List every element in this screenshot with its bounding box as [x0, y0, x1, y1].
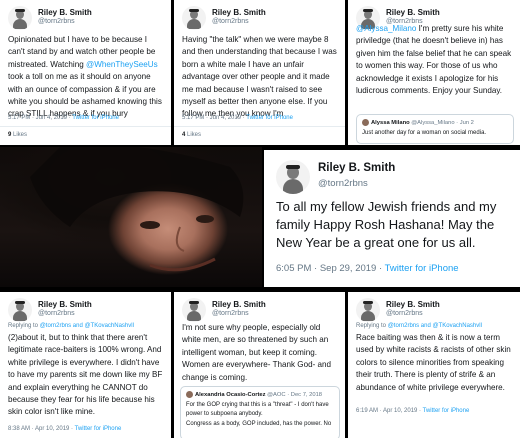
author-handle[interactable]: @torn2rbns: [386, 310, 423, 317]
reply-to-link[interactable]: @torn2rbns and @TKovachNashvll: [40, 323, 134, 329]
tweet-source[interactable]: Twitter for iPhone: [72, 115, 119, 121]
tweet-text: To all my fellow Jewish friends and my f…: [276, 199, 497, 250]
tweet-text: @Alyssa_Milano I'm pretty sure his white…: [356, 24, 512, 96]
tweet-source[interactable]: Twitter for iPhone: [423, 408, 470, 414]
tweet-card-5[interactable]: Riley B. Smith @torn2rbns Replying to @t…: [0, 292, 171, 438]
quoted-tweet-text-2: Congress as a body, GOP included, has th…: [186, 421, 332, 427]
author-handle[interactable]: @torn2rbns: [212, 18, 249, 25]
avatar[interactable]: [182, 298, 206, 322]
tweet-meta: 5:17 PM · Jun 4, 2019 · Twitter for iPho…: [182, 115, 293, 121]
tweet-header: Riley B. Smith @torn2rbns: [174, 292, 345, 326]
likes-count[interactable]: 9 Likes: [8, 132, 27, 138]
author-name[interactable]: Riley B. Smith: [318, 162, 395, 174]
quoted-avatar: [362, 119, 369, 126]
tweet-header: Riley B. Smith @torn2rbns: [174, 0, 345, 34]
tweet-timestamp[interactable]: 8:38 AM · Apr 10, 2019 ·: [8, 426, 75, 432]
mention-link[interactable]: @WhenTheySeeUs: [86, 60, 158, 69]
likes-count[interactable]: 4 Likes: [182, 132, 201, 138]
author-name[interactable]: Riley B. Smith: [386, 300, 440, 309]
author-handle[interactable]: @torn2rbns: [38, 18, 75, 25]
author-handle[interactable]: @torn2rbns: [212, 310, 249, 317]
author-name[interactable]: Riley B. Smith: [38, 300, 92, 309]
quoted-tweet-text: Just another day for a woman on social m…: [362, 130, 487, 136]
tweet-card-7[interactable]: Riley B. Smith @torn2rbns Replying to @t…: [348, 292, 520, 438]
author-handle[interactable]: @torn2rbns: [318, 178, 368, 189]
tweet-header: Riley B. Smith @torn2rbns: [0, 0, 171, 34]
tweet-header: Riley B. Smith @torn2rbns: [0, 292, 171, 326]
avatar[interactable]: [276, 160, 310, 194]
tweet-card-1[interactable]: Riley B. Smith @torn2rbns Opinionated bu…: [0, 0, 171, 145]
tweet-meta: 5:17 PM · Jun 4, 2019 · Twitter for iPho…: [8, 115, 119, 121]
tweet-card-2[interactable]: Riley B. Smith @torn2rbns Having "the ta…: [174, 0, 345, 145]
tweet-card-4[interactable]: Riley B. Smith @torn2rbns To all my fell…: [264, 150, 520, 287]
quoted-tweet-header: Alexandria Ocasio-Cortez @AOC · Dec 7, 2…: [186, 391, 322, 398]
author-handle[interactable]: @torn2rbns: [38, 310, 75, 317]
tweet-header: Riley B. Smith @torn2rbns: [348, 292, 520, 326]
tweet-text: (2)about it, but to think that there are…: [8, 333, 163, 417]
author-name[interactable]: Riley B. Smith: [212, 8, 266, 17]
reply-context: Replying to @torn2rbns and @TKovachNashv…: [8, 323, 134, 329]
profile-photo: [0, 147, 262, 287]
tweet-timestamp[interactable]: 5:17 PM · Jun 4, 2019 ·: [8, 115, 72, 121]
tweet-source[interactable]: Twitter for iPhone: [75, 426, 122, 432]
avatar[interactable]: [356, 298, 380, 322]
quoted-tweet[interactable]: Alexandria Ocasio-Cortez @AOC · Dec 7, 2…: [180, 386, 340, 438]
divider: [174, 126, 345, 127]
tweet-timestamp[interactable]: 5:17 PM · Jun 4, 2019 ·: [182, 115, 246, 121]
tweet-meta: 6:19 AM · Apr 10, 2019 · Twitter for iPh…: [356, 408, 469, 414]
tweet-card-6[interactable]: Riley B. Smith @torn2rbns I'm not sure w…: [174, 292, 345, 438]
mention-link[interactable]: @Alyssa_Milano: [356, 24, 416, 33]
author-name[interactable]: Riley B. Smith: [38, 8, 92, 17]
avatar[interactable]: [8, 298, 32, 322]
quoted-tweet-header: Alyssa Milano @Alyssa_Milano · Jun 2: [362, 119, 474, 126]
quoted-tweet[interactable]: Alyssa Milano @Alyssa_Milano · Jun 2 Jus…: [356, 114, 514, 144]
author-name[interactable]: Riley B. Smith: [212, 300, 266, 309]
avatar[interactable]: [182, 6, 206, 30]
tweet-card-3[interactable]: Riley B. Smith @torn2rbns @Alyssa_Milano…: [348, 0, 520, 145]
tweet-text: Opinionated but I have to be because I c…: [8, 35, 162, 119]
reply-context: Replying to @torn2rbns and @TKovachNashv…: [356, 323, 482, 329]
tweet-timestamp[interactable]: 6:05 PM · Sep 29, 2019 ·: [276, 263, 385, 274]
quoted-avatar: [186, 391, 193, 398]
tweet-text: I'm not sure why people, especially old …: [182, 323, 332, 382]
tweet-text: Race baiting was then & it is now a term…: [356, 333, 511, 392]
tweet-meta: 8:38 AM · Apr 10, 2019 · Twitter for iPh…: [8, 426, 121, 432]
avatar[interactable]: [8, 6, 32, 30]
tweet-source[interactable]: Twitter for iPhone: [385, 263, 459, 274]
divider: [0, 126, 171, 127]
tweet-timestamp[interactable]: 6:19 AM · Apr 10, 2019 ·: [356, 408, 423, 414]
tweet-meta: 6:05 PM · Sep 29, 2019 · Twitter for iPh…: [276, 263, 459, 274]
quoted-tweet-text: For the GOP crying that this is a "threa…: [186, 402, 329, 417]
reply-to-link[interactable]: @torn2rbns and @TKovachNashvll: [388, 323, 482, 329]
author-name[interactable]: Riley B. Smith: [386, 8, 440, 17]
tweet-source[interactable]: Twitter for iPhone: [246, 115, 293, 121]
face-photo-icon: [30, 147, 244, 272]
tweet-text: Having "the talk" when we were maybe 8 a…: [182, 35, 337, 119]
